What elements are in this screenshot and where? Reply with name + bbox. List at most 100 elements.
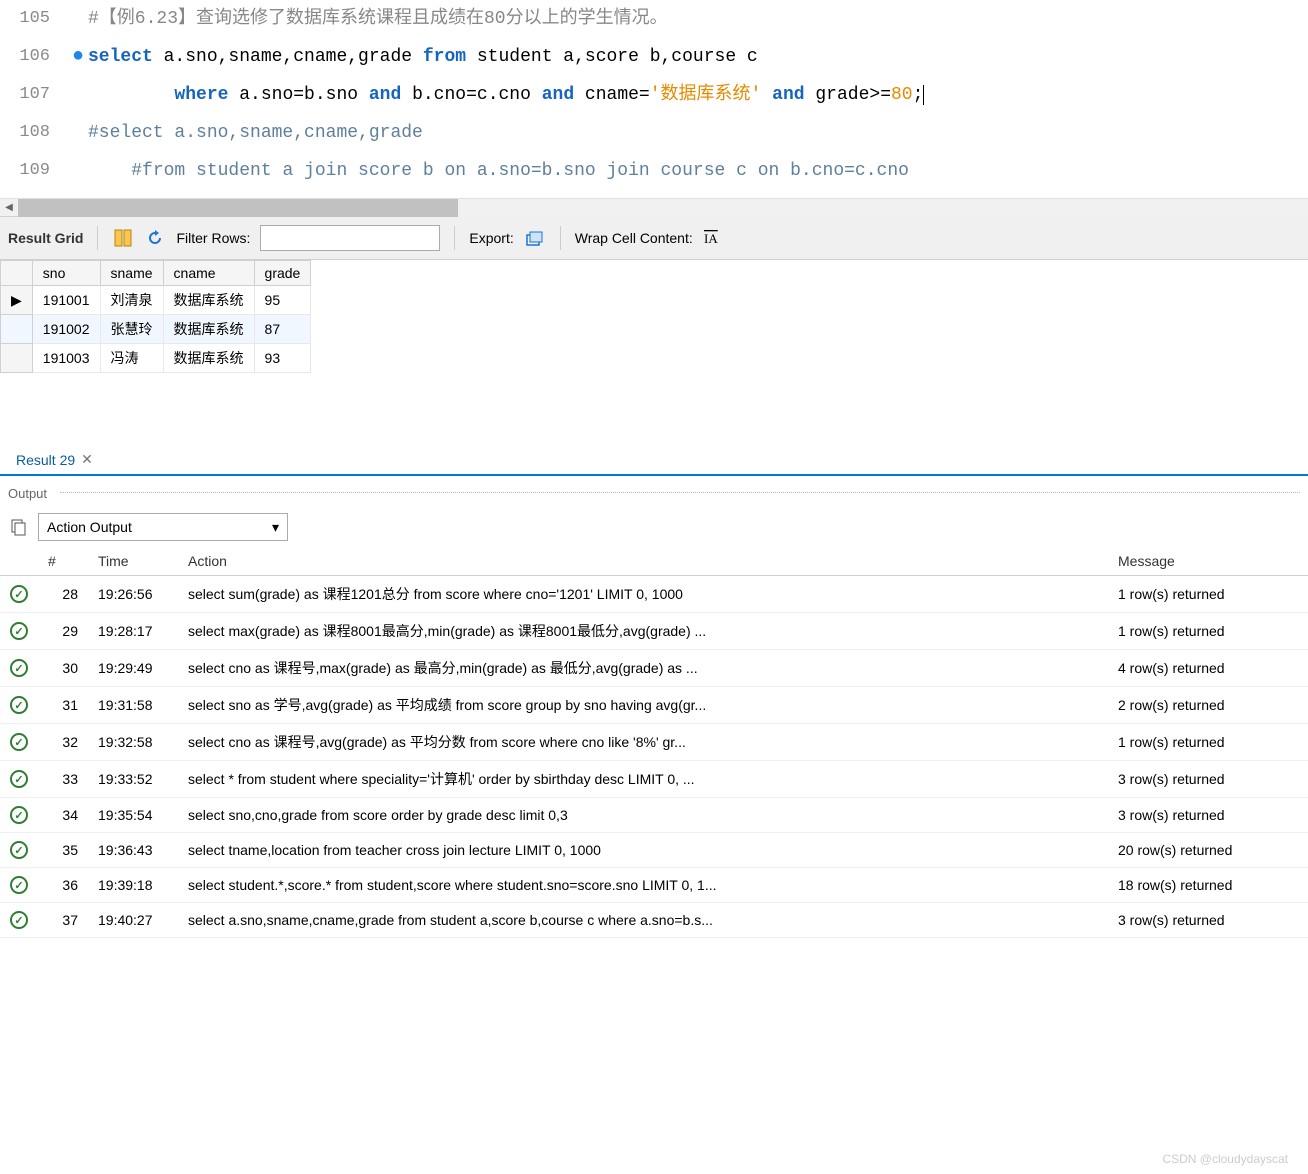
row-marker[interactable] [1,315,33,344]
time-cell: 19:31:58 [88,687,178,724]
scroll-thumb[interactable] [18,199,458,217]
grid-cell[interactable]: 刘清泉 [100,286,163,315]
column-header[interactable]: cname [163,261,254,286]
message-cell: 18 row(s) returned [1108,868,1308,903]
status-cell: ✓ [0,868,38,903]
output-row[interactable]: ✓3619:39:18select student.*,score.* from… [0,868,1308,903]
success-icon: ✓ [10,622,28,640]
grid-cell[interactable]: 191001 [32,286,100,315]
action-cell: select student.*,score.* from student,sc… [178,868,1108,903]
status-cell: ✓ [0,687,38,724]
grid-cell[interactable]: 数据库系统 [163,286,254,315]
table-row[interactable]: ▶191001刘清泉数据库系统95 [1,286,311,315]
filter-rows-input[interactable] [260,225,440,251]
status-cell: ✓ [0,576,38,613]
index-cell: 33 [38,761,88,798]
output-section-header: Output [0,476,1308,507]
success-icon: ✓ [10,911,28,929]
watermark: CSDN @cloudydayscat [1162,1152,1288,1166]
output-row[interactable]: ✓3519:36:43select tname,location from te… [0,833,1308,868]
index-cell: 32 [38,724,88,761]
export-icon[interactable] [524,227,546,249]
editor-horizontal-scrollbar[interactable]: ◀ [0,198,1308,216]
svg-text:IA: IA [704,231,718,246]
grid-view-icon[interactable] [112,227,134,249]
code-line: 106 ● select a.sno,sname,cname,grade fro… [0,38,1308,76]
sql-editor[interactable]: 105 #【例6.23】查询选修了数据库系统课程且成绩在80分以上的学生情况。 … [0,0,1308,198]
column-header[interactable]: grade [254,261,311,286]
time-cell: 19:36:43 [88,833,178,868]
copy-icon[interactable] [8,516,30,538]
success-icon: ✓ [10,841,28,859]
action-cell: select sno,cno,grade from score order by… [178,798,1108,833]
action-header[interactable]: Action [178,547,1108,576]
toolbar-separator [560,226,561,250]
code-text: #from student a join score b on a.sno=b.… [88,152,909,190]
action-cell: select cno as 课程号,avg(grade) as 平均分数 fro… [178,724,1108,761]
table-row[interactable]: 191003冯涛数据库系统93 [1,344,311,373]
grid-cell[interactable]: 191003 [32,344,100,373]
export-label: Export: [469,230,513,246]
grid-cell[interactable]: 191002 [32,315,100,344]
table-row[interactable]: 191002张慧玲数据库系统87 [1,315,311,344]
message-cell: 2 row(s) returned [1108,687,1308,724]
scroll-track[interactable] [18,199,1308,217]
wrap-cell-icon[interactable]: IA [703,227,725,249]
grid-cell[interactable]: 93 [254,344,311,373]
time-header[interactable]: Time [88,547,178,576]
refresh-icon[interactable] [144,227,166,249]
index-cell: 30 [38,650,88,687]
time-cell: 19:40:27 [88,903,178,938]
index-header[interactable]: # [38,547,88,576]
output-toolbar: Action Output ▾ [0,507,1308,547]
code-line: 107 where a.sno=b.sno and b.cno=c.cno an… [0,76,1308,114]
result-grid-label: Result Grid [8,230,83,246]
grid-cell[interactable]: 冯涛 [100,344,163,373]
action-output-select[interactable]: Action Output ▾ [38,513,288,541]
grid-cell[interactable]: 数据库系统 [163,315,254,344]
message-cell: 20 row(s) returned [1108,833,1308,868]
code-text: select a.sno,sname,cname,grade from stud… [88,38,758,76]
output-row[interactable]: ✓2819:26:56select sum(grade) as 课程1201总分… [0,576,1308,613]
output-row[interactable]: ✓3419:35:54select sno,cno,grade from sco… [0,798,1308,833]
success-icon: ✓ [10,806,28,824]
index-cell: 36 [38,868,88,903]
code-text: where a.sno=b.sno and b.cno=c.cno and cn… [88,76,924,114]
result-tab[interactable]: Result 29 ✕ [6,445,103,474]
column-header[interactable]: sname [100,261,163,286]
status-cell: ✓ [0,724,38,761]
output-row[interactable]: ✓3719:40:27select a.sno,sname,cname,grad… [0,903,1308,938]
action-cell: select max(grade) as 课程8001最高分,min(grade… [178,613,1108,650]
grid-cell[interactable]: 95 [254,286,311,315]
chevron-down-icon: ▾ [272,519,279,536]
action-output-table[interactable]: # Time Action Message ✓2819:26:56select … [0,547,1308,938]
result-tab-label: Result 29 [16,452,75,468]
output-row[interactable]: ✓3319:33:52select * from student where s… [0,761,1308,798]
grid-cell[interactable]: 数据库系统 [163,344,254,373]
action-cell: select sno as 学号,avg(grade) as 平均成绩 from… [178,687,1108,724]
output-row[interactable]: ✓3119:31:58select sno as 学号,avg(grade) a… [0,687,1308,724]
line-number: 106 [0,38,68,76]
code-line: 109 #from student a join score b on a.sn… [0,152,1308,190]
grid-cell[interactable]: 87 [254,315,311,344]
status-cell: ✓ [0,798,38,833]
success-icon: ✓ [10,876,28,894]
close-icon[interactable]: ✕ [81,451,93,468]
action-cell: select * from student where speciality='… [178,761,1108,798]
line-number: 108 [0,114,68,152]
scroll-left-icon[interactable]: ◀ [0,199,18,217]
output-row[interactable]: ✓3219:32:58select cno as 课程号,avg(grade) … [0,724,1308,761]
action-cell: select a.sno,sname,cname,grade from stud… [178,903,1108,938]
success-icon: ✓ [10,770,28,788]
toolbar-separator [454,226,455,250]
grid-cell[interactable]: 张慧玲 [100,315,163,344]
breakpoint-icon[interactable]: ● [68,38,88,76]
output-row[interactable]: ✓3019:29:49select cno as 课程号,max(grade) … [0,650,1308,687]
result-grid[interactable]: sno sname cname grade ▶191001刘清泉数据库系统951… [0,260,311,373]
row-marker[interactable]: ▶ [1,286,33,315]
output-row[interactable]: ✓2919:28:17select max(grade) as 课程8001最高… [0,613,1308,650]
column-header[interactable]: sno [32,261,100,286]
row-marker[interactable] [1,344,33,373]
message-header[interactable]: Message [1108,547,1308,576]
message-cell: 1 row(s) returned [1108,613,1308,650]
